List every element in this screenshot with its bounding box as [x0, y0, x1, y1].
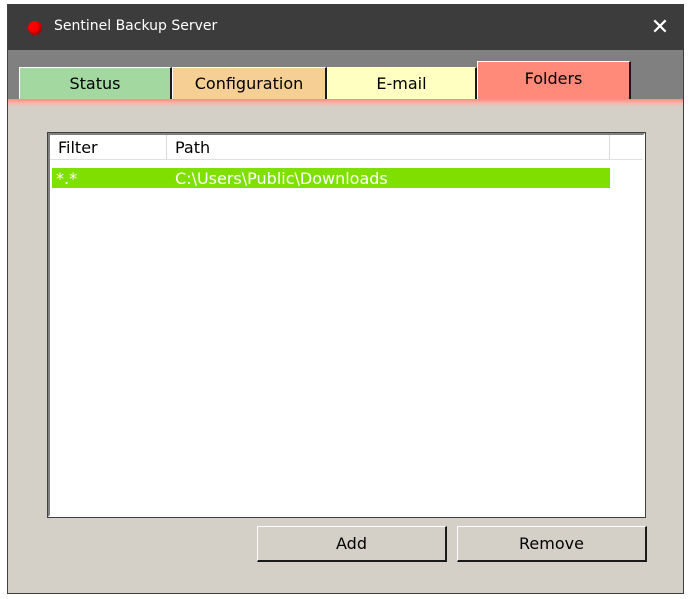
- tab-status-label: Status: [69, 74, 121, 93]
- close-icon: ✕: [650, 15, 670, 40]
- list-row[interactable]: *.* C:\Users\Public\Downloads: [52, 168, 610, 188]
- list-header: Filter Path: [50, 135, 643, 160]
- tab-folders[interactable]: Folders: [477, 61, 631, 102]
- add-button[interactable]: Add: [257, 526, 447, 562]
- row-filter-cell: *.*: [56, 168, 78, 188]
- tab-folders-label: Folders: [524, 69, 583, 88]
- column-header-filter[interactable]: Filter: [50, 135, 167, 160]
- folders-list[interactable]: Filter Path *.* C:\Users\Public\Download…: [47, 132, 646, 518]
- column-header-spacer: [610, 135, 643, 160]
- active-tab-indicator: [8, 99, 683, 107]
- tab-configuration[interactable]: Configuration: [172, 67, 327, 99]
- add-button-label: Add: [336, 534, 367, 553]
- row-path-cell: C:\Users\Public\Downloads: [175, 168, 388, 188]
- column-header-path[interactable]: Path: [167, 135, 610, 160]
- red-status-dot-icon: [28, 21, 42, 35]
- remove-button[interactable]: Remove: [457, 526, 647, 562]
- window-title: Sentinel Backup Server: [54, 18, 218, 34]
- tab-status[interactable]: Status: [19, 67, 172, 99]
- title-bar[interactable]: Sentinel Backup Server ✕: [8, 5, 683, 50]
- remove-button-label: Remove: [519, 534, 584, 553]
- tab-email[interactable]: E-mail: [327, 67, 477, 99]
- app-window: Sentinel Backup Server ✕ Status Configur…: [7, 4, 684, 594]
- tab-email-label: E-mail: [376, 74, 427, 93]
- close-button[interactable]: ✕: [637, 5, 683, 50]
- tab-configuration-label: Configuration: [194, 74, 304, 93]
